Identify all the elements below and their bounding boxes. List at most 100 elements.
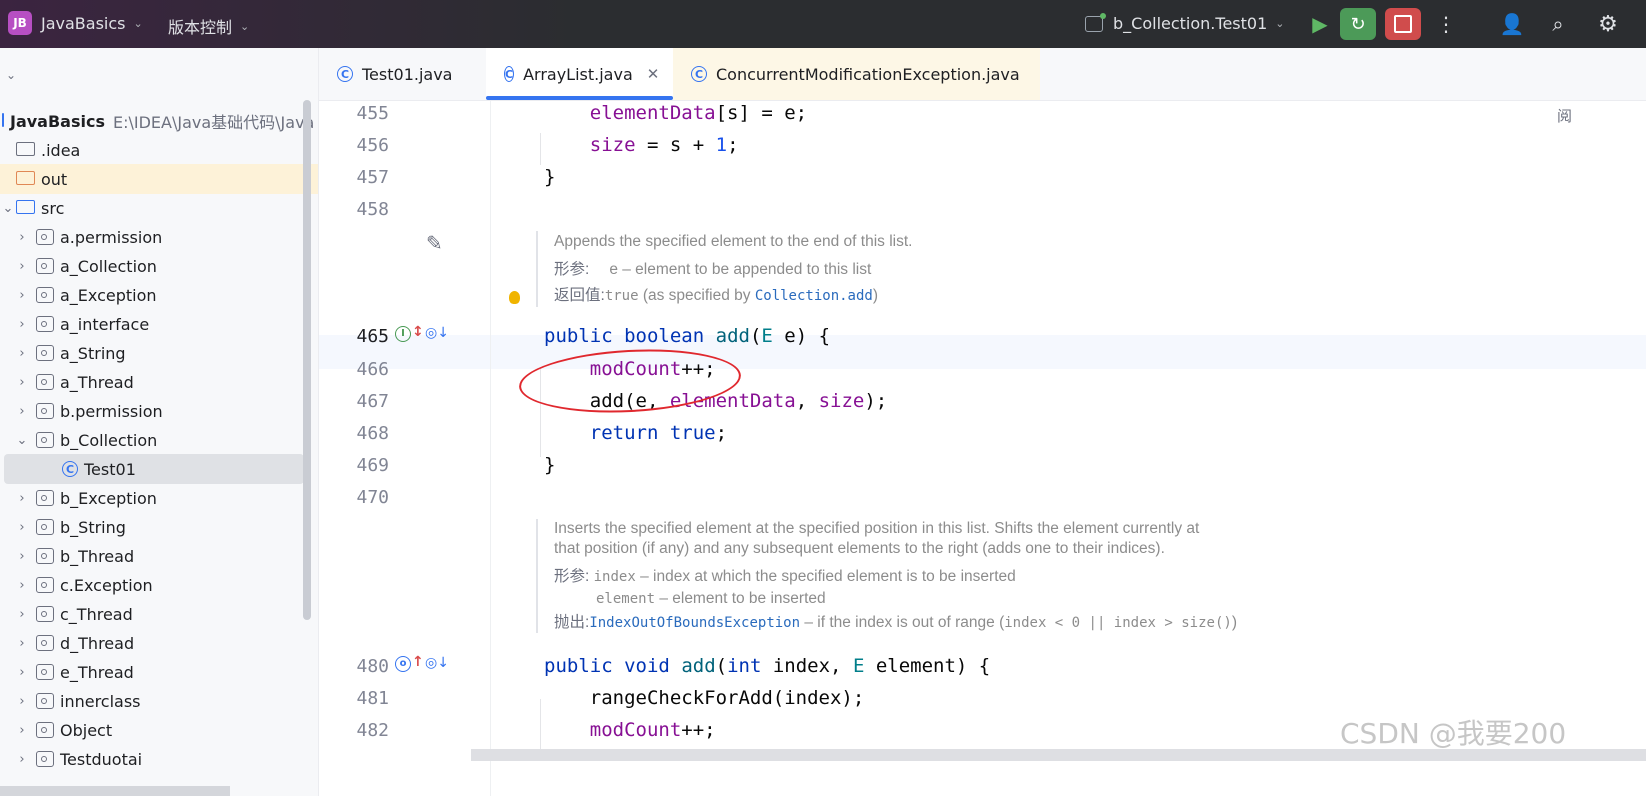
tree-item[interactable]: › innerclass xyxy=(14,686,314,716)
package-icon xyxy=(36,606,54,622)
chevron-right-icon[interactable]: › xyxy=(14,375,30,390)
run-config-label: b_Collection.Test01 xyxy=(1113,14,1268,33)
vcs-menu[interactable]: 版本控制 ⌄ xyxy=(168,14,249,38)
chevron-right-icon[interactable]: › xyxy=(14,549,30,564)
tree-item[interactable]: ⌄ src xyxy=(0,193,300,223)
chevron-down-icon[interactable]: ⌄ xyxy=(0,201,16,216)
tree-item[interactable]: › a_Collection xyxy=(14,251,314,281)
package-icon xyxy=(36,374,54,390)
run-icon[interactable]: ▶ xyxy=(1302,8,1338,40)
tree-item[interactable]: › b_Exception xyxy=(14,483,314,513)
class-icon: C xyxy=(691,66,707,82)
chevron-right-icon[interactable]: › xyxy=(14,694,30,709)
overridden-method-icon[interactable]: ◎↓ xyxy=(425,325,449,341)
doc-link[interactable]: IndexOutOfBoundsException xyxy=(589,615,800,631)
chevron-right-icon[interactable]: › xyxy=(14,317,30,332)
chevron-right-icon[interactable]: › xyxy=(14,723,30,738)
line-number: 465 xyxy=(356,326,389,347)
tree-item[interactable]: › b_Thread xyxy=(14,541,314,571)
vcs-label: 版本控制 xyxy=(168,18,233,37)
doc-return-code: true xyxy=(604,288,639,304)
package-icon xyxy=(36,664,54,680)
chevron-right-icon[interactable]: › xyxy=(14,404,30,419)
chevron-right-icon[interactable]: › xyxy=(14,607,30,622)
tab-test01[interactable]: C Test01.java xyxy=(319,48,486,100)
chevron-right-icon[interactable]: › xyxy=(14,520,30,535)
javadoc-block: Appends the specified element to the end… xyxy=(536,231,912,307)
tree-item-label: b_String xyxy=(60,517,126,537)
tree-item[interactable]: out xyxy=(0,164,318,194)
tree-item[interactable]: › a_Exception xyxy=(14,280,314,310)
tree-item-test01[interactable]: C Test01 xyxy=(4,454,304,484)
chevron-right-icon[interactable]: › xyxy=(14,578,30,593)
package-icon xyxy=(36,258,54,274)
line-number: 481 xyxy=(356,688,389,709)
debug-icon[interactable]: ↻ xyxy=(1340,8,1376,40)
tree-item[interactable]: › b_String xyxy=(14,512,314,542)
tree-item-label: out xyxy=(41,169,68,189)
override-up-icon[interactable]: o ↑ xyxy=(395,654,424,672)
tree-item[interactable]: › e_Thread xyxy=(14,657,314,687)
chevron-right-icon[interactable]: › xyxy=(14,230,30,245)
implements-method-icon[interactable]: I ↕ xyxy=(395,324,424,342)
run-config-selector[interactable]: b_Collection.Test01 ⌄ xyxy=(1085,12,1284,33)
watermark: CSDN @我要200 xyxy=(1340,717,1567,750)
project-panel: ⌄ JavaBasics E:\IDEA\Java基础代码\Java .idea… xyxy=(0,48,319,796)
tree-item[interactable]: › Testduotai xyxy=(14,744,314,774)
overridden-method-icon[interactable]: ◎↓ xyxy=(425,655,449,671)
package-icon xyxy=(36,751,54,767)
tree-item[interactable]: › c_Thread xyxy=(14,599,314,629)
more-icon[interactable]: ⋮ xyxy=(1428,8,1464,40)
chevron-right-icon[interactable]: › xyxy=(14,665,30,680)
line-number: 456 xyxy=(356,135,389,156)
package-icon xyxy=(36,287,54,303)
tree-item[interactable]: › a.permission xyxy=(14,222,314,252)
tree-item[interactable]: › Object xyxy=(14,715,314,745)
tree-horizontal-scrollbar[interactable] xyxy=(0,786,230,796)
doc-param-text: – index at which the specified element i… xyxy=(635,568,1016,585)
folder-icon xyxy=(16,200,35,214)
tree-item[interactable]: › a_interface xyxy=(14,309,314,339)
code-line: public boolean add(E e) { xyxy=(544,325,831,347)
chevron-right-icon[interactable]: › xyxy=(14,288,30,303)
current-line-highlight xyxy=(319,335,1646,369)
chevron-right-icon[interactable]: › xyxy=(14,491,30,506)
chevron-down-icon[interactable]: ⌄ xyxy=(14,433,30,448)
code-line: size = s + 1; xyxy=(589,134,739,156)
gear-icon[interactable]: ⚙ xyxy=(1590,8,1626,40)
tab-label: Test01.java xyxy=(362,64,453,84)
code-editor[interactable]: 455 456 457 458 465 466 467 468 469 470 … xyxy=(319,101,1646,796)
chevron-right-icon[interactable]: › xyxy=(14,752,30,767)
bulb-icon[interactable] xyxy=(509,291,520,304)
tree-item[interactable]: .idea xyxy=(0,135,300,165)
line-number: 469 xyxy=(356,455,389,476)
chevron-down-icon[interactable]: ⌄ xyxy=(6,68,16,82)
tree-item[interactable]: › a_Thread xyxy=(14,367,314,397)
tab-arraylist[interactable]: C ArrayList.java ✕ xyxy=(486,48,673,100)
tree-scrollbar[interactable] xyxy=(303,100,311,620)
tree-root[interactable]: JavaBasics E:\IDEA\Java基础代码\Java xyxy=(0,106,314,136)
stop-icon[interactable] xyxy=(1385,8,1421,40)
close-icon[interactable]: ✕ xyxy=(647,65,660,83)
tree-item[interactable]: › d_Thread xyxy=(14,628,314,658)
edit-doc-icon[interactable]: ✎ xyxy=(426,231,443,255)
chevron-right-icon[interactable]: › xyxy=(14,346,30,361)
search-icon[interactable]: ⌕ xyxy=(1540,8,1576,40)
tree-item[interactable]: › b.permission xyxy=(14,396,314,426)
doc-throws-code: index < 0 || index > size() xyxy=(1004,615,1232,631)
project-switcher[interactable]: JB JavaBasics ⌄ xyxy=(8,11,143,35)
tree-item[interactable]: ⌄ b_Collection xyxy=(14,425,314,455)
doc-return-end: ) xyxy=(872,287,879,304)
package-icon xyxy=(36,577,54,593)
user-icon[interactable]: 👤 xyxy=(1494,8,1530,40)
tree-item[interactable]: › a_String xyxy=(14,338,314,368)
chevron-right-icon[interactable]: › xyxy=(14,636,30,651)
doc-throws-label: 抛出: xyxy=(554,614,590,631)
tree-item[interactable]: › c.Exception xyxy=(14,570,314,600)
package-icon xyxy=(36,519,54,535)
doc-summary: that position (if any) and any subsequen… xyxy=(554,540,1165,557)
doc-link[interactable]: Collection.add xyxy=(755,288,873,304)
tab-concurrentmodificationexception[interactable]: C ConcurrentModificationException.java xyxy=(673,48,1040,100)
chevron-right-icon[interactable]: › xyxy=(14,259,30,274)
reader-mode-toggle[interactable]: 阅 xyxy=(1557,105,1572,126)
